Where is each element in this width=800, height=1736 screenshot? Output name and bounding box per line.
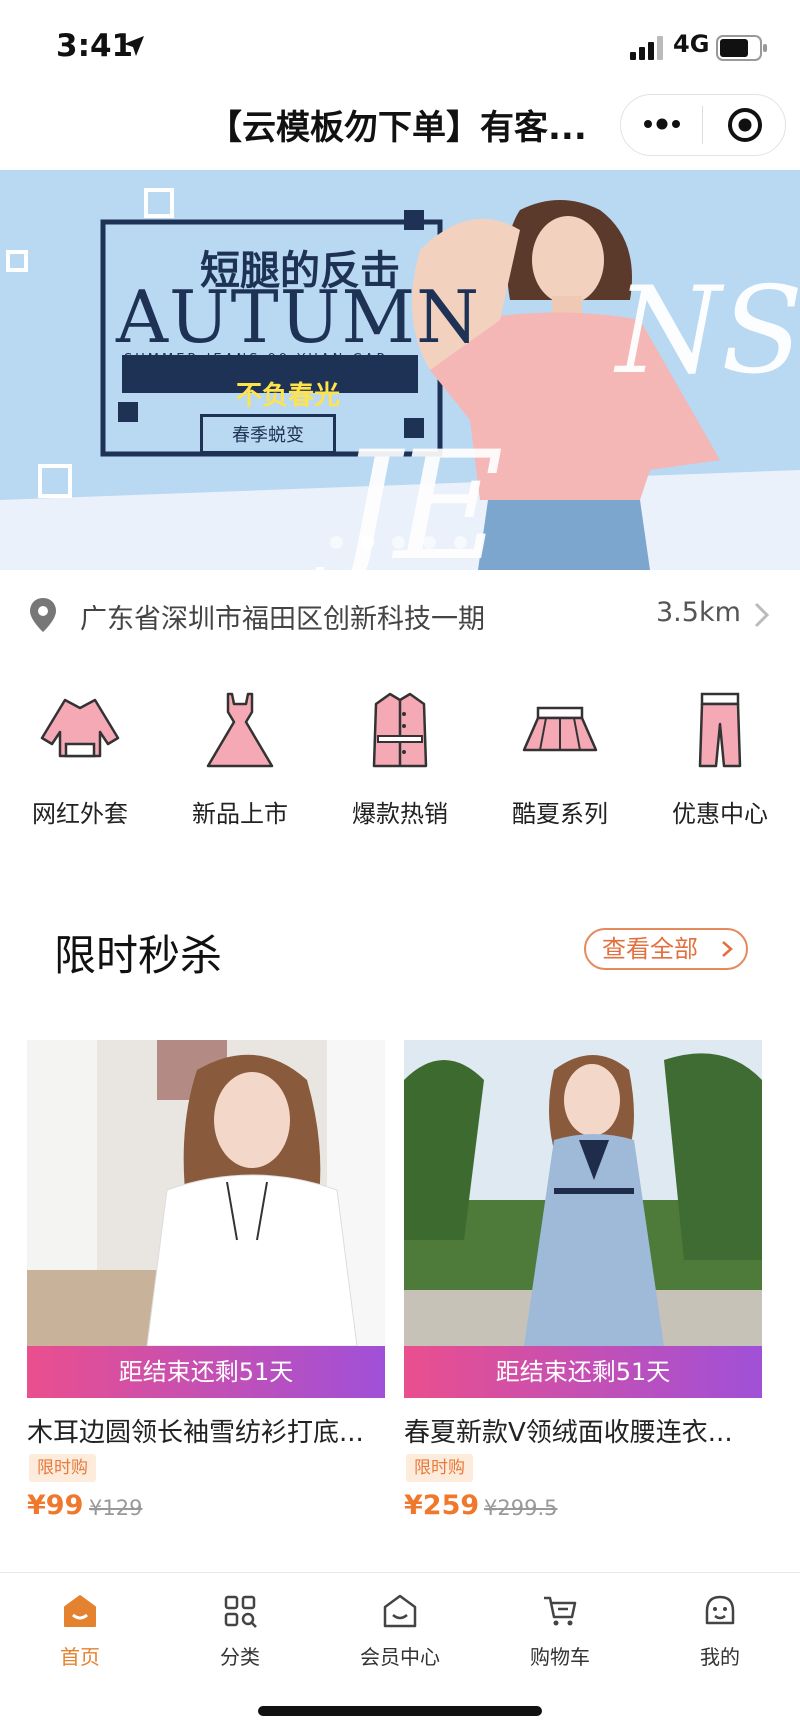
battery-icon [716, 35, 767, 61]
countdown-banner: 距结束还剩51天 [27, 1346, 385, 1398]
product-name: 木耳边圆领长袖雪纺衫打底... [27, 1418, 364, 1448]
tab-label: 首页 [60, 1645, 100, 1669]
product-image [404, 1040, 762, 1346]
banner-ns-text: NS [616, 262, 800, 401]
banner-dot[interactable] [392, 536, 405, 549]
banner-dot[interactable] [454, 536, 467, 549]
category-item-summer[interactable]: 酷夏系列 [480, 690, 640, 840]
tab-label: 会员中心 [360, 1645, 440, 1669]
product-price: ¥99 [27, 1490, 84, 1521]
view-all-label: 查看全部 [602, 935, 698, 963]
tab-label: 购物车 [530, 1645, 590, 1669]
close-miniprogram-icon[interactable] [726, 106, 764, 144]
category-item-discount-center[interactable]: 优惠中心 [640, 690, 800, 840]
more-icon[interactable] [640, 110, 684, 138]
product-card[interactable]: 距结束还剩51天 春夏新款V领绒面收腰连衣... 限时购 ¥259 ¥299.5 [404, 1040, 762, 1521]
location-pin-icon [30, 598, 56, 632]
category-item-hot-sale[interactable]: 爆款热销 [320, 690, 480, 840]
limited-badge: 限时购 [406, 1454, 473, 1482]
promo-banner[interactable]: 短腿的反击 AUTUMN SUMMER JEANS 99 YUAN CAP 不负… [0, 170, 800, 570]
banner-tag: 春季蜕变 [200, 414, 336, 454]
flash-sale-title: 限时秒杀 [54, 931, 223, 980]
banner-dot[interactable] [361, 536, 374, 549]
category-label: 酷夏系列 [512, 800, 608, 828]
tab-profile[interactable]: 我的 [640, 1587, 800, 1687]
category-label: 网红外套 [32, 800, 128, 828]
limited-badge: 限时购 [29, 1454, 96, 1482]
tab-cart[interactable]: 购物车 [480, 1587, 640, 1687]
location-arrow-icon [124, 36, 144, 56]
skirt-icon [522, 706, 598, 752]
category-label: 爆款热销 [352, 800, 448, 828]
category-nav: 网红外套 新品上市 爆款热销 酷夏系列 优惠中心 [0, 690, 800, 850]
category-label: 优惠中心 [672, 800, 768, 828]
home-icon [64, 1595, 96, 1627]
tab-member-center[interactable]: 会员中心 [320, 1587, 480, 1687]
category-item-new-arrivals[interactable]: 新品上市 [160, 690, 320, 840]
chevron-right-icon [722, 941, 733, 957]
capsule-divider [702, 106, 703, 144]
category-label: 新品上市 [192, 800, 288, 828]
tab-category[interactable]: 分类 [160, 1587, 320, 1687]
tab-home[interactable]: 首页 [0, 1587, 160, 1687]
product-price: ¥259 [404, 1490, 480, 1521]
home-indicator [258, 1706, 542, 1716]
product-original-price: ¥299.5 [484, 1496, 558, 1520]
network-type: 4G [673, 30, 710, 58]
location-address: 广东省深圳市福田区创新科技一期 [80, 604, 485, 635]
pants-icon [698, 692, 742, 768]
member-icon [383, 1594, 417, 1628]
tab-label: 分类 [220, 1645, 260, 1669]
banner-subtitle: SUMMER JEANS 99 YUAN CAP [124, 352, 388, 367]
banner-pagination [330, 536, 470, 550]
profile-icon [705, 1595, 735, 1625]
jacket-icon [40, 698, 120, 758]
signal-icon [630, 36, 663, 60]
product-photo-dress [404, 1040, 762, 1346]
product-name: 春夏新款V领绒面收腰连衣... [404, 1418, 733, 1448]
status-bar: 3:41 4G [0, 0, 800, 90]
category-item-jacket[interactable]: 网红外套 [0, 690, 160, 840]
chevron-right-icon [754, 602, 770, 628]
category-grid-icon [224, 1595, 257, 1628]
countdown-banner: 距结束还剩51天 [404, 1346, 762, 1398]
banner-dot[interactable] [423, 536, 436, 549]
location-distance: 3.5km [656, 597, 741, 628]
product-photo-blouse [27, 1040, 385, 1346]
coat-icon [372, 692, 428, 768]
product-image [27, 1040, 385, 1346]
view-all-button[interactable]: 查看全部 [584, 928, 748, 970]
product-card[interactable]: 距结束还剩51天 木耳边圆领长袖雪纺衫打底... 限时购 ¥99 ¥129 [27, 1040, 385, 1521]
banner-en-title: AUTUMN [116, 275, 481, 359]
dress-icon [206, 692, 274, 768]
location-row[interactable]: 广东省深圳市福田区创新科技一期 3.5km [0, 575, 800, 655]
tab-label: 我的 [700, 1645, 740, 1669]
product-original-price: ¥129 [89, 1496, 143, 1520]
page-title: 【云模板勿下单】有客... [208, 108, 587, 148]
banner-slogan: 不负春光 [235, 381, 340, 411]
cart-icon [544, 1596, 577, 1626]
banner-dot[interactable] [330, 536, 343, 549]
